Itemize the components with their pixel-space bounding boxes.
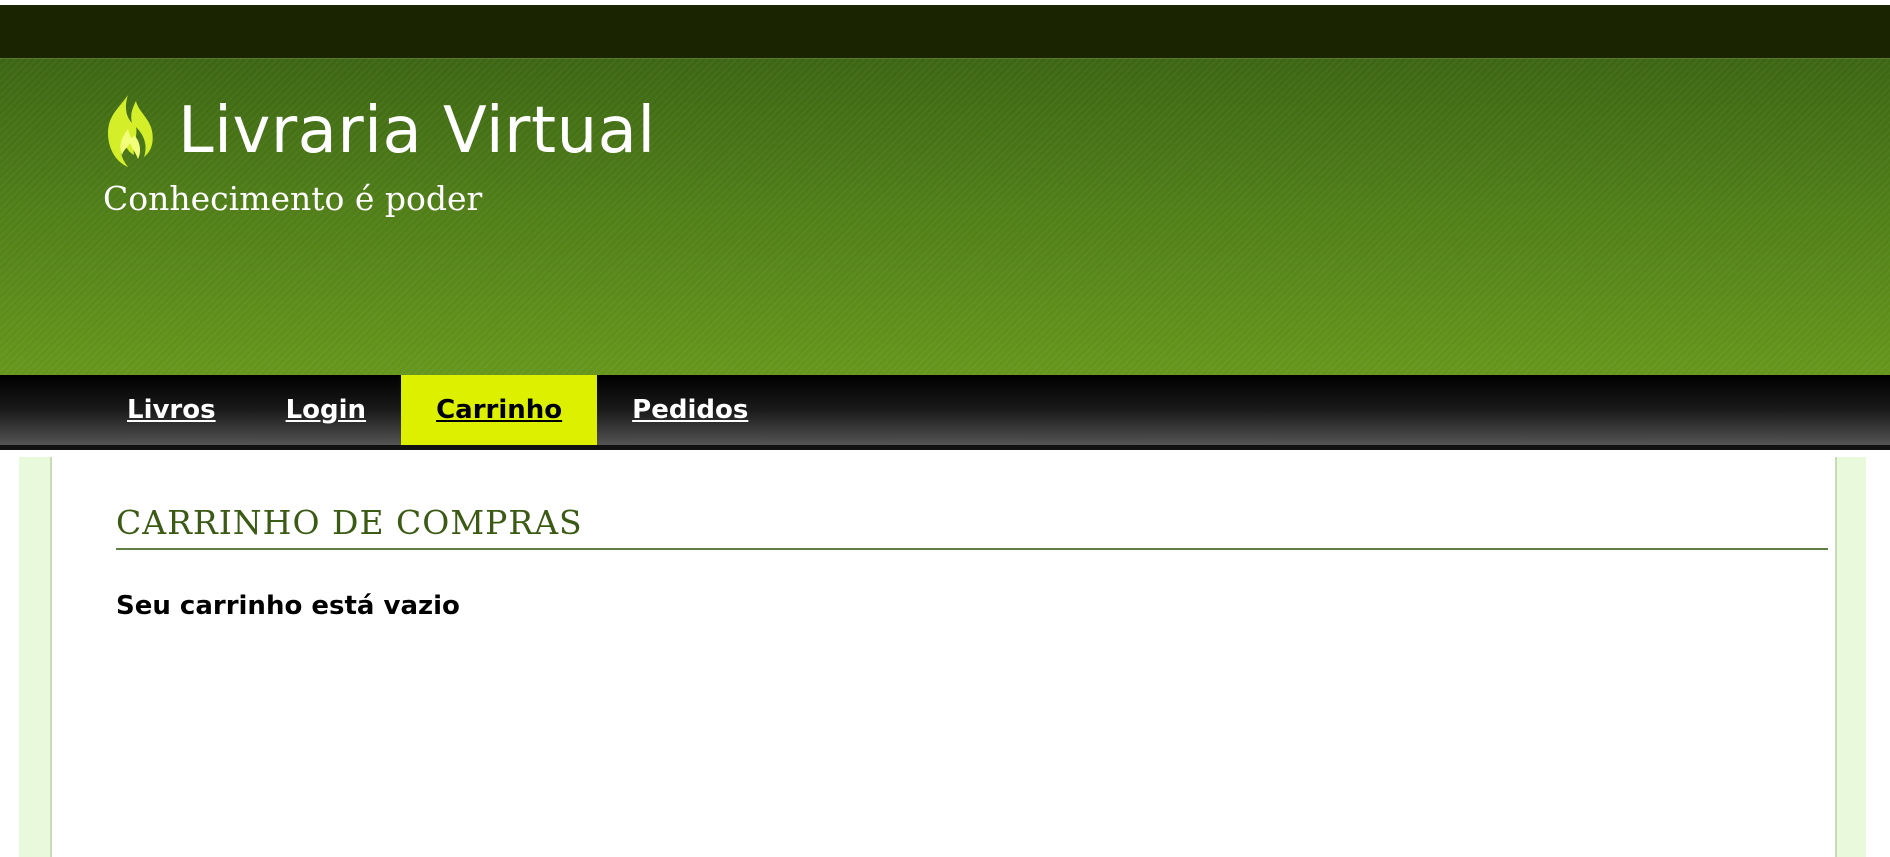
page-title: CARRINHO DE COMPRAS <box>116 503 1828 550</box>
empty-cart-message: Seu carrinho está vazio <box>116 591 460 621</box>
site-header: Livraria Virtual Conhecimento é poder <box>0 59 1890 375</box>
main-nav: Livros Login Carrinho Pedidos <box>0 375 1890 450</box>
top-bar <box>0 5 1890 59</box>
content-frame: CARRINHO DE COMPRAS Seu carrinho está va… <box>19 457 1866 857</box>
flame-icon <box>108 95 153 167</box>
nav-list: Livros Login Carrinho Pedidos <box>92 375 783 445</box>
site-tagline: Conhecimento é poder <box>103 179 483 218</box>
nav-item-pedidos[interactable]: Pedidos <box>597 375 783 445</box>
nav-item-carrinho[interactable]: Carrinho <box>401 375 598 445</box>
nav-item-livros[interactable]: Livros <box>92 375 251 445</box>
logo[interactable]: Livraria Virtual <box>100 91 656 171</box>
nav-item-login[interactable]: Login <box>251 375 401 445</box>
site-title: Livraria Virtual <box>178 94 656 168</box>
content-panel: CARRINHO DE COMPRAS Seu carrinho está va… <box>50 457 1837 857</box>
